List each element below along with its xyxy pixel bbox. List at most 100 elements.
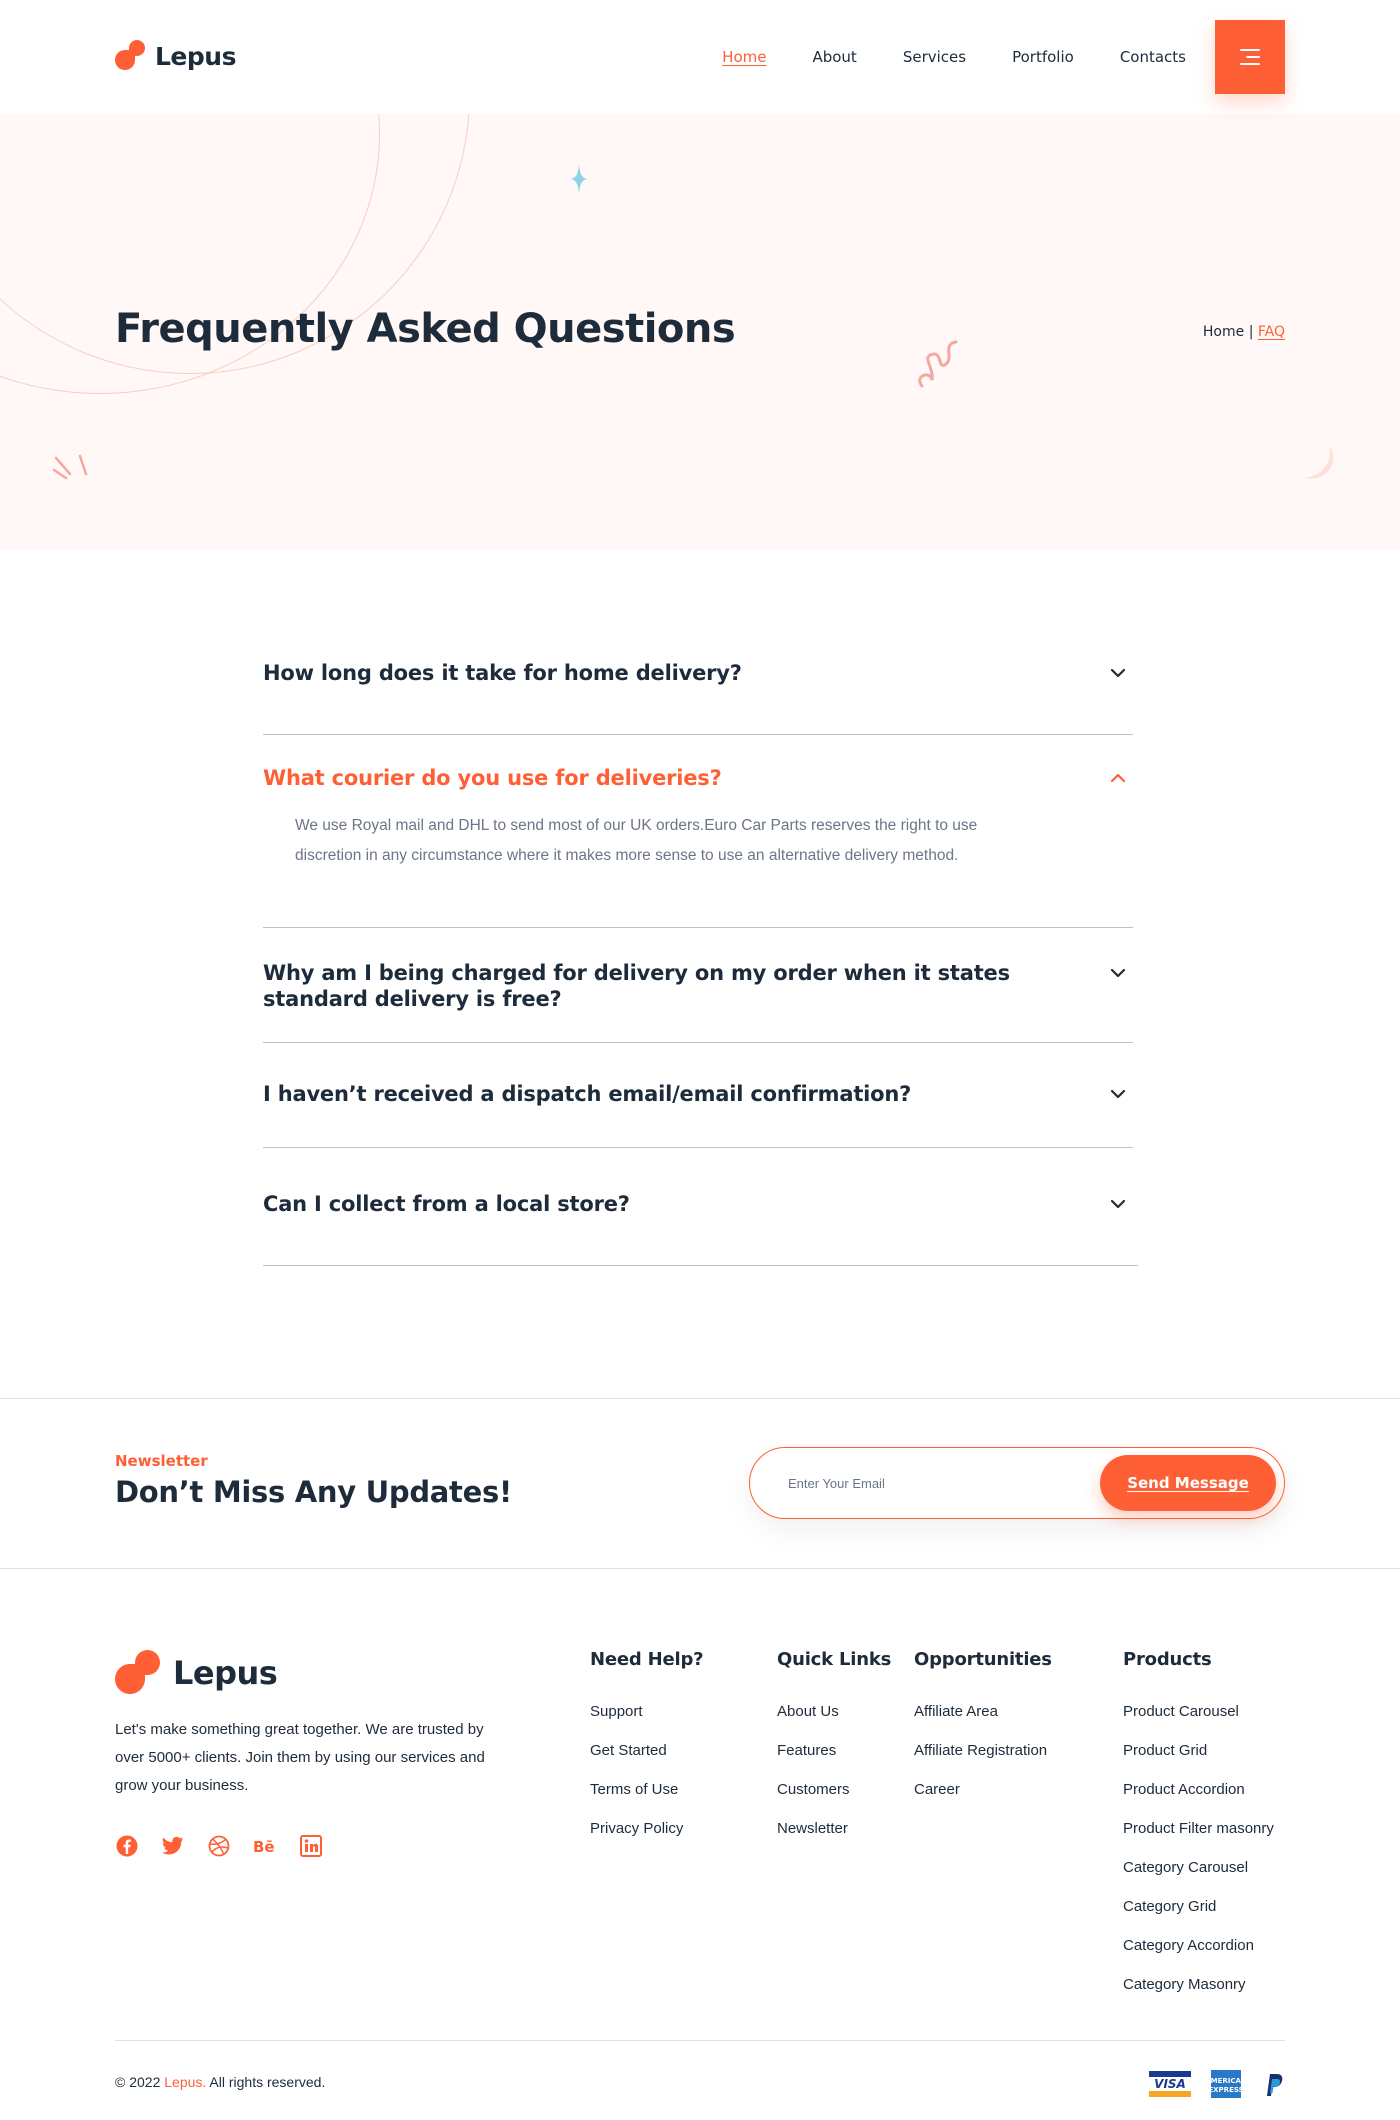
chevron-up-icon[interactable] (1107, 767, 1129, 789)
social-links: Bē (115, 1834, 323, 1858)
svg-text:Bē: Bē (253, 1838, 275, 1855)
copyright-suffix: All rights reserved. (206, 2074, 326, 2090)
nav-portfolio[interactable]: Portfolio (1012, 48, 1074, 66)
logo[interactable]: Lepus (115, 40, 236, 72)
nav-about[interactable]: About (812, 48, 856, 66)
chevron-down-icon[interactable] (1107, 1193, 1129, 1215)
decor-circle-2 (0, 114, 380, 394)
newsletter-form: Send Message (749, 1447, 1285, 1519)
faq-question-toggle[interactable]: What courier do you use for deliveries? (263, 765, 1133, 791)
footer-link[interactable]: Product Filter masonry (1123, 1820, 1274, 1837)
faq-item: What courier do you use for deliveries? … (263, 735, 1133, 928)
copyright-brand: Lepus. (164, 2074, 207, 2090)
paypal-icon (1261, 2070, 1285, 2103)
breadcrumb-current[interactable]: FAQ (1258, 324, 1285, 340)
footer-column-title: Need Help? (590, 1649, 704, 1670)
svg-text:EXPRESS: EXPRESS (1211, 2086, 1241, 2094)
nav-services[interactable]: Services (903, 48, 966, 66)
footer-link[interactable]: Privacy Policy (590, 1820, 683, 1837)
footer-logo-text: Lepus (173, 1654, 278, 1692)
divider (0, 1398, 1400, 1399)
send-message-button[interactable]: Send Message (1100, 1455, 1276, 1511)
faq-answer: We use Royal mail and DHL to send most o… (295, 817, 978, 864)
hamburger-icon (1240, 49, 1260, 65)
footer-link[interactable]: Features (777, 1742, 836, 1759)
footer-column-products: Products Product Carousel Product Grid P… (1123, 1649, 1274, 2004)
footer-link[interactable]: Affiliate Registration (914, 1742, 1047, 1759)
faq-question-toggle[interactable]: Can I collect from a local store? (263, 1191, 1133, 1217)
dribbble-icon[interactable] (207, 1834, 231, 1858)
faq-question-toggle[interactable]: Why am I being charged for delivery on m… (263, 960, 1133, 1012)
footer-link[interactable]: Customers (777, 1781, 850, 1798)
footer-column-title: Quick Links (777, 1649, 892, 1670)
svg-text:VISA: VISA (1154, 2077, 1186, 2091)
nav-contacts[interactable]: Contacts (1120, 48, 1186, 66)
footer-divider (115, 2040, 1285, 2041)
faq-question-toggle[interactable]: I haven’t received a dispatch email/emai… (263, 1081, 1133, 1107)
svg-text:AMERICAN: AMERICAN (1211, 2077, 1241, 2085)
copyright: © 2022 Lepus. All rights reserved. (115, 2074, 325, 2090)
faq-question: How long does it take for home delivery? (263, 661, 742, 685)
footer-link[interactable]: Terms of Use (590, 1781, 678, 1798)
footer-link[interactable]: Category Grid (1123, 1898, 1216, 1915)
dash-lines-icon (52, 454, 88, 480)
chevron-down-icon[interactable] (1107, 962, 1129, 984)
copyright-prefix: © 2022 (115, 2074, 165, 2090)
squiggle-icon (918, 340, 958, 388)
newsletter-title: Don’t Miss Any Updates! (115, 1475, 512, 1509)
footer-link[interactable]: Product Carousel (1123, 1703, 1239, 1720)
menu-button[interactable] (1215, 20, 1285, 94)
breadcrumb-separator: | (1248, 324, 1254, 340)
twitter-icon[interactable] (161, 1834, 185, 1858)
footer-column-title: Opportunities (914, 1649, 1052, 1670)
crescent-icon (1304, 446, 1334, 479)
footer-column-quick-links: Quick Links About Us Features Customers … (777, 1649, 891, 1848)
faq-item: How long does it take for home delivery? (263, 660, 1133, 735)
footer-link[interactable]: Product Accordion (1123, 1781, 1245, 1798)
footer-link[interactable]: Career (914, 1781, 960, 1798)
amex-icon: AMERICANEXPRESS (1205, 2070, 1247, 2103)
footer-link[interactable]: Category Masonry (1123, 1976, 1246, 1993)
breadcrumb-home[interactable]: Home (1203, 324, 1244, 340)
faq-accordion: How long does it take for home delivery?… (263, 660, 1138, 1266)
footer-link[interactable]: Support (590, 1703, 643, 1720)
faq-item: Can I collect from a local store? (263, 1148, 1138, 1266)
logo-text: Lepus (155, 41, 236, 71)
email-input[interactable] (788, 1470, 1088, 1496)
newsletter-label: Newsletter (115, 1452, 208, 1470)
breadcrumb: Home | FAQ (1203, 324, 1285, 340)
chevron-down-icon[interactable] (1107, 662, 1129, 684)
footer-column-opportunities: Opportunities Affiliate Area Affiliate R… (914, 1649, 1052, 1809)
faq-question: What courier do you use for deliveries? (263, 766, 722, 790)
facebook-icon[interactable] (115, 1834, 139, 1858)
faq-item: I haven’t received a dispatch email/emai… (263, 1043, 1133, 1148)
divider (0, 1568, 1400, 1569)
footer-column-need-help: Need Help? Support Get Started Terms of … (590, 1649, 704, 1848)
faq-question: Why am I being charged for delivery on m… (263, 961, 1010, 1011)
footer-link[interactable]: About Us (777, 1703, 839, 1720)
footer-logo[interactable]: Lepus (115, 1650, 278, 1696)
linkedin-icon[interactable] (299, 1834, 323, 1858)
footer-link[interactable]: Category Accordion (1123, 1937, 1254, 1954)
nav-home[interactable]: Home (722, 48, 766, 66)
footer-link[interactable]: Product Grid (1123, 1742, 1207, 1759)
chevron-down-icon[interactable] (1107, 1083, 1129, 1105)
footer-link[interactable]: Newsletter (777, 1820, 848, 1837)
visa-icon: VISA (1149, 2071, 1191, 2102)
footer-column-title: Products (1123, 1649, 1212, 1670)
page-hero: Frequently Asked Questions Home | FAQ (0, 114, 1400, 550)
payment-methods: VISA AMERICANEXPRESS (1149, 2070, 1285, 2103)
footer-link[interactable]: Affiliate Area (914, 1703, 998, 1720)
sparkle-icon (571, 164, 587, 194)
main-nav: Home About Services Portfolio Contacts (722, 48, 1186, 66)
behance-icon[interactable]: Bē (253, 1834, 277, 1858)
faq-item: Why am I being charged for delivery on m… (263, 928, 1133, 1043)
logo-mark-icon (115, 40, 147, 72)
footer-link[interactable]: Get Started (590, 1742, 667, 1759)
faq-question-toggle[interactable]: How long does it take for home delivery? (263, 660, 1133, 686)
page-title: Frequently Asked Questions (115, 306, 736, 352)
faq-question: Can I collect from a local store? (263, 1192, 630, 1216)
footer-link[interactable]: Category Carousel (1123, 1859, 1248, 1876)
site-header: Lepus Home About Services Portfolio Cont… (0, 0, 1400, 114)
faq-question: I haven’t received a dispatch email/emai… (263, 1082, 912, 1106)
